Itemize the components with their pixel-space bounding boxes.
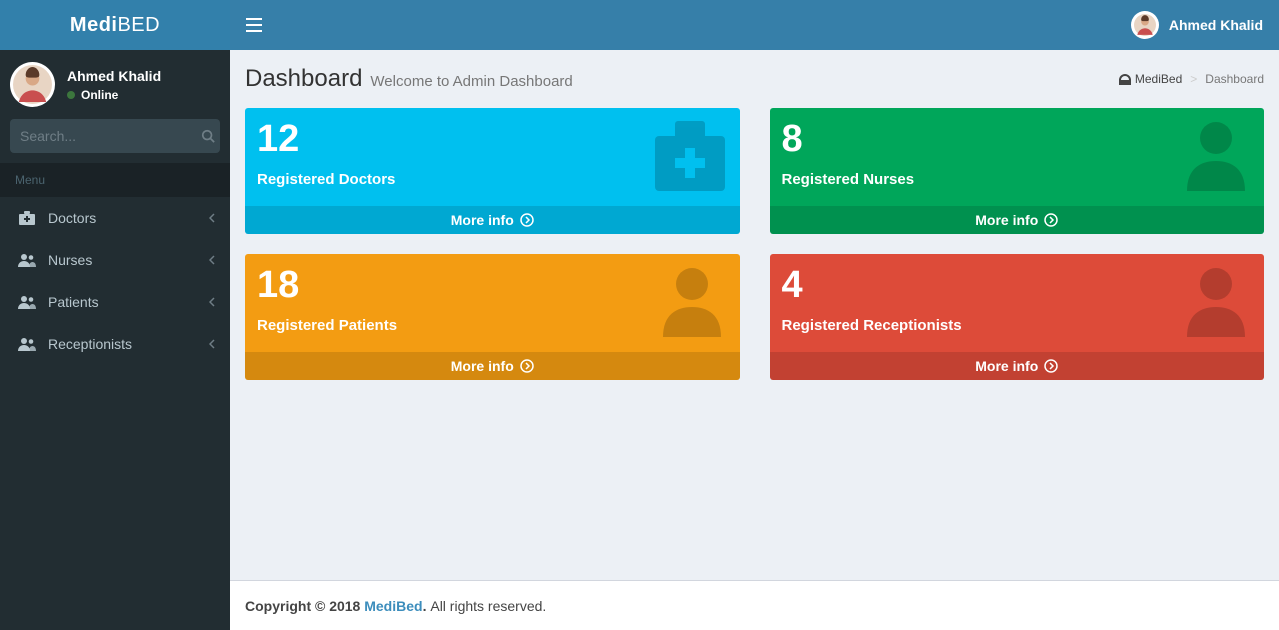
search-input[interactable] (20, 128, 201, 144)
stat-more-label: More info (975, 358, 1038, 374)
arrow-circle-right-icon (520, 213, 534, 227)
sidebar: Ahmed Khalid Online Menu (0, 50, 230, 630)
breadcrumb-current: Dashboard (1205, 72, 1264, 86)
online-dot-icon (67, 91, 75, 99)
avatar-icon (10, 62, 55, 107)
arrow-circle-right-icon (520, 359, 534, 373)
arrow-circle-right-icon (1044, 359, 1058, 373)
users-icon (18, 253, 36, 267)
stat-more-label: More info (975, 212, 1038, 228)
sidebar-item-label: Doctors (48, 210, 197, 226)
sidebar-user-panel: Ahmed Khalid Online (0, 50, 230, 119)
sidebar-item-label: Patients (48, 294, 197, 310)
sidebar-user-status-text: Online (81, 88, 118, 102)
stat-card-receptionists: 4 Registered Receptionists More info (770, 254, 1265, 380)
arrow-circle-right-icon (1044, 213, 1058, 227)
stat-card-nurses: 8 Registered Nurses More info (770, 108, 1265, 234)
users-icon (18, 337, 36, 351)
footer-copyright: Copyright © 2018 (245, 598, 364, 614)
stat-more-link[interactable]: More info (245, 206, 740, 234)
sidebar-toggle[interactable] (246, 18, 262, 32)
stat-more-link[interactable]: More info (770, 352, 1265, 380)
sidebar-item-doctors[interactable]: Doctors (0, 197, 230, 239)
chevron-left-icon (209, 213, 215, 223)
dashboard-icon (1119, 74, 1131, 85)
person-bg-icon (1179, 116, 1254, 191)
page-title: Dashboard (245, 65, 362, 93)
sidebar-user-status: Online (67, 88, 161, 102)
sidebar-item-label: Receptionists (48, 336, 197, 352)
brand-suffix: BED (117, 14, 160, 37)
stat-card-doctors: 12 Registered Doctors More info (245, 108, 740, 234)
sidebar-item-label: Nurses (48, 252, 197, 268)
page-footer: Copyright © 2018 MediBed. All rights res… (230, 580, 1279, 630)
search-icon[interactable] (201, 129, 215, 143)
chevron-left-icon (209, 255, 215, 265)
footer-rights: All rights reserved. (430, 598, 546, 614)
stat-more-label: More info (451, 212, 514, 228)
stat-more-link[interactable]: More info (245, 352, 740, 380)
breadcrumb-root-label: MediBed (1135, 72, 1182, 86)
header-user-name: Ahmed Khalid (1169, 17, 1263, 33)
breadcrumb-separator: > (1190, 72, 1197, 86)
breadcrumb-root[interactable]: MediBed (1119, 72, 1182, 86)
chevron-left-icon (209, 339, 215, 349)
brand-logo[interactable]: MediBED (0, 0, 230, 50)
user-menu[interactable]: Ahmed Khalid (1131, 11, 1263, 39)
footer-brand-link[interactable]: MediBed (364, 598, 422, 614)
bars-icon (246, 18, 262, 32)
sidebar-nav: Doctors Nurses (0, 197, 230, 365)
sidebar-item-patients[interactable]: Patients (0, 281, 230, 323)
stat-card-patients: 18 Registered Patients More info (245, 254, 740, 380)
sidebar-item-receptionists[interactable]: Receptionists (0, 323, 230, 365)
medkit-bg-icon (650, 116, 730, 191)
breadcrumb: MediBed > Dashboard (1119, 72, 1264, 86)
sidebar-search[interactable] (10, 119, 220, 153)
stat-more-label: More info (451, 358, 514, 374)
page-subtitle: Welcome to Admin Dashboard (370, 73, 572, 90)
brand-prefix: Medi (70, 14, 118, 37)
sidebar-item-nurses[interactable]: Nurses (0, 239, 230, 281)
person-bg-icon (1179, 262, 1254, 337)
stat-more-link[interactable]: More info (770, 206, 1265, 234)
avatar-icon (1131, 11, 1159, 39)
page-title-wrap: Dashboard Welcome to Admin Dashboard (245, 65, 573, 93)
chevron-left-icon (209, 297, 215, 307)
sidebar-user-name: Ahmed Khalid (67, 68, 161, 84)
person-bg-icon (655, 262, 730, 337)
sidebar-menu-header: Menu (0, 163, 230, 197)
users-icon (18, 295, 36, 309)
medkit-icon (18, 211, 36, 225)
